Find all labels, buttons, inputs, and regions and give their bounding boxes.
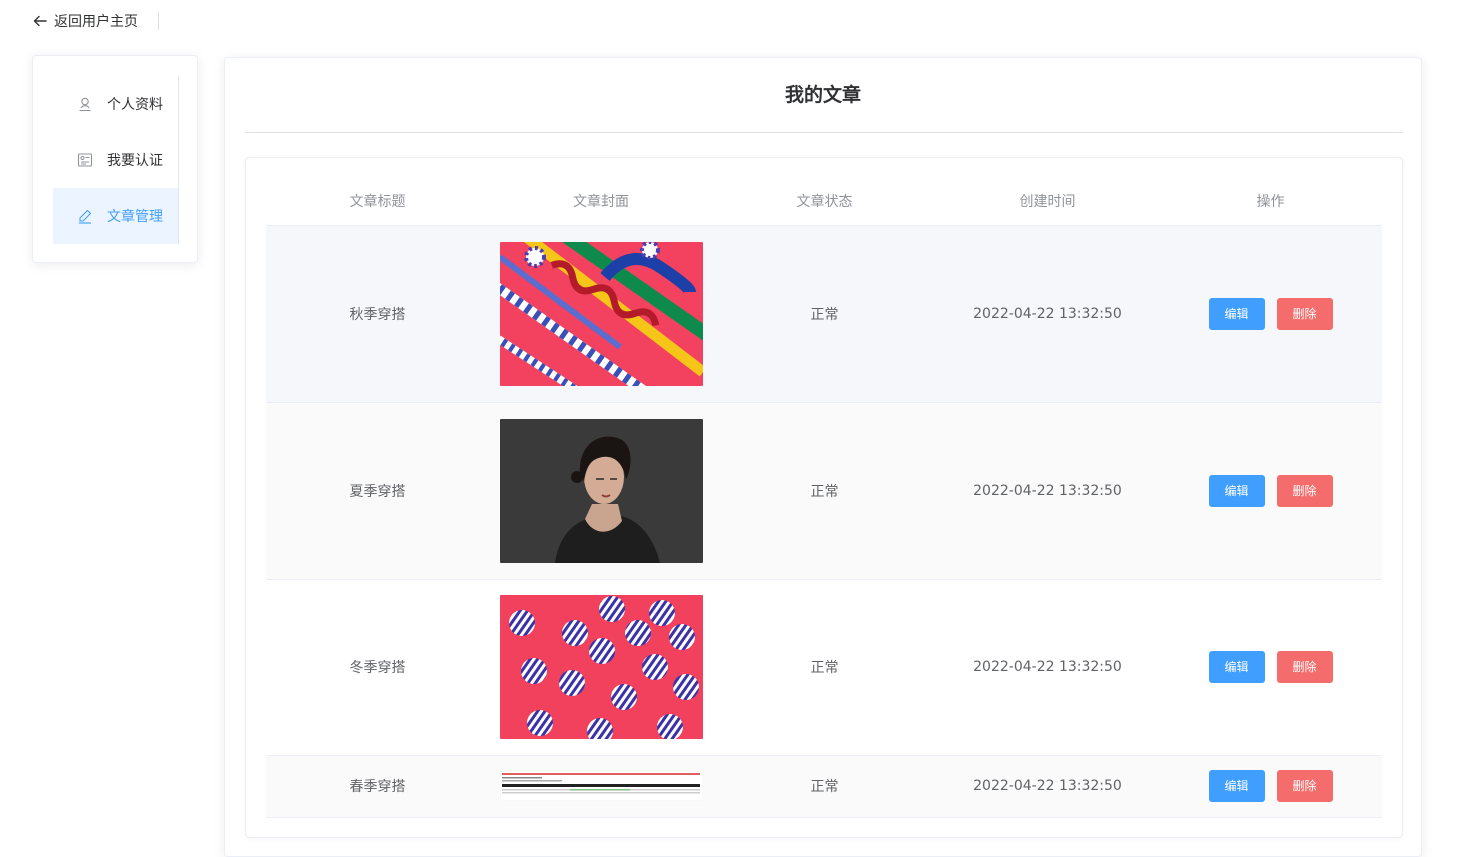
article-table-card: 文章标题 文章封面 文章状态 创建时间 操作 秋季穿搭 正常 2022-04-2… (245, 157, 1403, 838)
article-title: 冬季穿搭 (266, 579, 489, 756)
striped-balls-image (499, 595, 703, 739)
column-header-status[interactable]: 文章状态 (713, 178, 936, 226)
title-divider (245, 132, 1403, 133)
back-to-home-link[interactable]: 返回用户主页 (32, 10, 159, 32)
arrow-left-icon (33, 15, 47, 27)
sidebar-item-verify[interactable]: 我要认证 (53, 132, 178, 188)
article-title: 夏季穿搭 (266, 402, 489, 580)
topbar-divider (158, 12, 159, 30)
edit-button[interactable]: 编辑 (1208, 651, 1265, 683)
column-header-actions[interactable]: 操作 (1159, 178, 1382, 226)
table-header-row: 文章标题 文章封面 文章状态 创建时间 操作 (266, 178, 1382, 226)
back-label: 返回用户主页 (54, 14, 138, 30)
column-header-title[interactable]: 文章标题 (266, 178, 489, 226)
abstract-stripes-image (499, 241, 703, 386)
main-panel: 我的文章 文章标题 文章封面 文章状态 创建时间 操作 秋季穿搭 正常 2022… (224, 57, 1422, 857)
sidebar-menu: 个人资料 我要认证 文章管理 (53, 76, 179, 244)
page-title: 我的文章 (784, 84, 861, 106)
delete-button[interactable]: 删除 (1276, 474, 1333, 507)
sidebar-item-label: 文章管理 (107, 209, 163, 225)
edit-pen-icon (79, 209, 92, 224)
article-status: 正常 (713, 402, 936, 580)
edit-button[interactable]: 编辑 (1208, 770, 1265, 802)
edit-button[interactable]: 编辑 (1208, 297, 1265, 330)
user-icon (79, 97, 91, 112)
delete-button[interactable]: 删除 (1276, 770, 1333, 802)
delete-button[interactable]: 删除 (1276, 651, 1333, 683)
column-header-created[interactable]: 创建时间 (936, 178, 1159, 226)
article-title: 秋季穿搭 (266, 225, 489, 403)
table-row: 春季穿搭 正常 2022-04-22 13:32:50 编辑 删除 (266, 755, 1382, 818)
article-created-time: 2022-04-22 13:32:50 (936, 402, 1159, 580)
column-header-cover[interactable]: 文章封面 (489, 178, 713, 226)
portrait-woman-image (499, 418, 703, 563)
table-row: 秋季穿搭 正常 2022-04-22 13:32:50 编辑 删除 (266, 225, 1382, 403)
article-title: 春季穿搭 (266, 755, 489, 818)
sidebar: 个人资料 我要认证 文章管理 (32, 55, 198, 263)
sidebar-item-label: 我要认证 (107, 153, 163, 169)
delete-button[interactable]: 删除 (1276, 297, 1333, 330)
sidebar-item-profile[interactable]: 个人资料 (53, 76, 178, 132)
article-table: 文章标题 文章封面 文章状态 创建时间 操作 秋季穿搭 正常 2022-04-2… (266, 178, 1382, 818)
article-created-time: 2022-04-22 13:32:50 (936, 755, 1159, 818)
article-created-time: 2022-04-22 13:32:50 (936, 225, 1159, 403)
sidebar-item-articles[interactable]: 文章管理 (53, 188, 178, 244)
id-card-icon (77, 153, 93, 167)
article-status: 正常 (713, 755, 936, 818)
article-created-time: 2022-04-22 13:32:50 (936, 579, 1159, 756)
article-status: 正常 (713, 579, 936, 756)
article-status: 正常 (713, 225, 936, 403)
screenshot-thumbnail-image (499, 771, 703, 801)
table-row: 夏季穿搭 正常 2022-04-22 13:32:50 编辑 删除 (266, 402, 1382, 580)
table-row: 冬季穿搭 正常 2022-04-22 13:32:50 编辑 删除 (266, 579, 1382, 756)
edit-button[interactable]: 编辑 (1208, 474, 1265, 507)
sidebar-item-label: 个人资料 (107, 97, 163, 113)
